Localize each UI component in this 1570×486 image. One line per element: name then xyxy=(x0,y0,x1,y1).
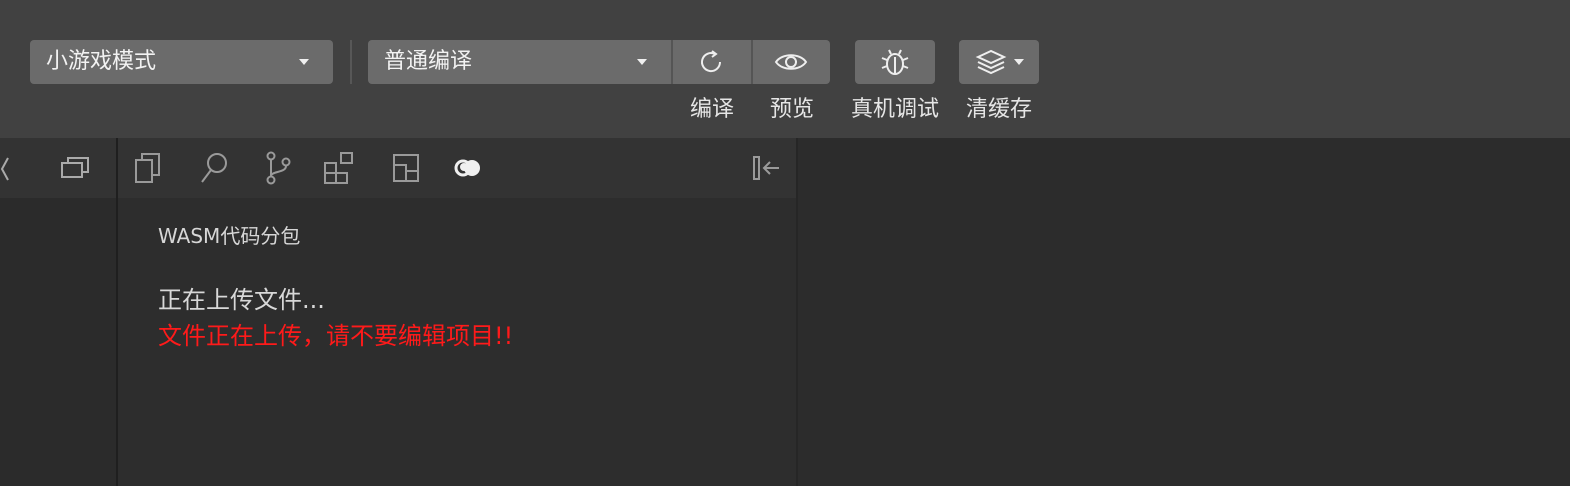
activity-tabs xyxy=(118,138,796,198)
copy-files-icon xyxy=(135,153,160,183)
tab-outline[interactable] xyxy=(388,150,424,186)
chevron-down-icon xyxy=(299,59,309,65)
chevron-down-icon xyxy=(1014,59,1024,65)
preview-label: 预览 xyxy=(769,97,814,122)
compile-mode-select[interactable]: 普通编译 xyxy=(368,40,671,84)
window-restore-icon[interactable] xyxy=(60,154,92,182)
layers-icon xyxy=(975,49,1007,75)
git-branch-icon xyxy=(266,151,291,185)
tab-source-control[interactable] xyxy=(260,150,296,186)
bug-icon xyxy=(881,49,909,75)
remote-debug-label: 真机调试 xyxy=(850,97,939,122)
tab-explorer[interactable] xyxy=(130,150,166,186)
upload-status: 正在上传文件... xyxy=(158,286,325,314)
remote-debug-button[interactable] xyxy=(855,40,935,84)
compile-label: 编译 xyxy=(689,97,734,122)
tab-search[interactable] xyxy=(196,150,232,186)
layout-icon xyxy=(393,154,419,182)
toolbar-divider xyxy=(350,40,352,84)
collapse-panel-button[interactable] xyxy=(748,150,784,186)
upload-warning: 文件正在上传，请不要编辑项目!! xyxy=(158,322,514,350)
clear-cache-button[interactable] xyxy=(959,40,1039,84)
upload-icon xyxy=(454,159,480,177)
tab-extensions[interactable] xyxy=(322,150,358,186)
refresh-icon xyxy=(701,50,722,73)
editor-area xyxy=(798,138,1570,486)
clear-cache-label: 清缓存 xyxy=(965,97,1032,122)
left-rail xyxy=(0,138,116,486)
extensions-icon xyxy=(324,152,353,184)
compile-group: 普通编译 xyxy=(368,40,830,84)
compile-button[interactable] xyxy=(671,40,749,84)
tab-upload[interactable] xyxy=(450,150,486,186)
section-title: WASM代码分包 xyxy=(158,224,301,248)
mode-select-value: 小游戏模式 xyxy=(46,49,157,74)
top-toolbar: 小游戏模式 普通编译 编译 预览 真机调试 清缓存 xyxy=(0,0,1570,138)
search-icon xyxy=(201,153,227,183)
rail-header xyxy=(0,138,116,198)
eye-icon xyxy=(774,54,808,70)
collapse-left-icon xyxy=(753,156,779,180)
simulator-back-icon[interactable] xyxy=(0,156,12,182)
compile-mode-value: 普通编译 xyxy=(384,49,473,74)
mode-select[interactable]: 小游戏模式 xyxy=(30,40,333,84)
chevron-down-icon xyxy=(637,59,647,65)
preview-button[interactable] xyxy=(751,40,829,84)
